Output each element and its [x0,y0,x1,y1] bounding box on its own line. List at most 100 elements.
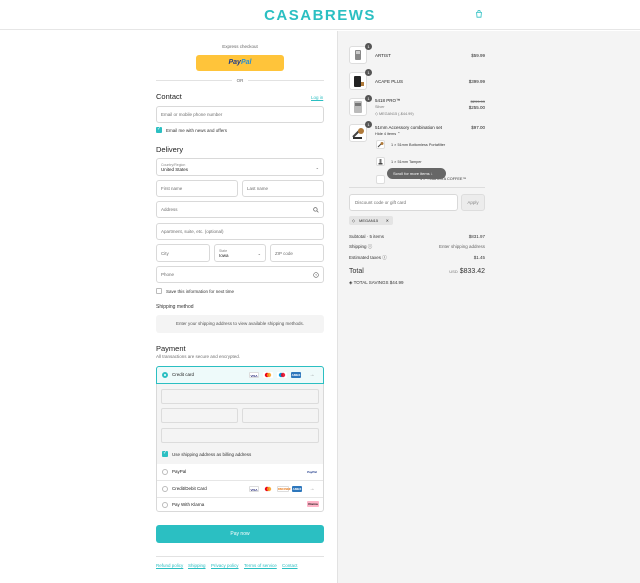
discover-icon: DISCOVER [277,486,291,492]
city-placeholder: City [161,250,169,256]
item-name: ACAFE PLUS [375,79,404,84]
debit-card-radio[interactable] [162,486,168,492]
item-original-price: $299.99 [470,99,485,104]
store-logo[interactable]: CASABREWS [0,7,640,24]
contact-heading: Contact [156,92,182,101]
paypal-express-button[interactable]: PayPal [196,55,284,71]
klarna-icon: Klarna [307,501,319,507]
total-row: Total USD $833.42 [349,268,485,275]
search-icon [313,207,319,213]
scroll-for-more-tooltip[interactable]: Scroll for more items ↓ [387,168,446,179]
item-discount-code: MEGAN15 (-$44.99) [378,112,414,116]
shipping-value: Enter shipping address [438,244,485,249]
shipping-method-heading: Shipping method [156,304,194,310]
help-icon[interactable]: ⓘ [381,255,387,260]
payment-option-debit-card[interactable]: Credit/Debit Card VISA DISCOVER AMEX → [157,481,323,498]
item-qty-badge: 1 [365,121,372,128]
last-name-field[interactable]: Last name [242,180,324,197]
phone-field[interactable]: Phone ? [156,266,324,283]
help-icon[interactable]: ⓘ [367,244,373,249]
item-thumbnail [349,46,367,64]
country-value: United States [161,166,189,172]
city-field[interactable]: City [156,244,210,262]
name-on-card-field[interactable] [161,428,319,443]
footer-link-refund[interactable]: Refund policy [156,563,183,568]
item-thumbnail [349,72,367,90]
hide-items-toggle[interactable]: Hide 4 items ⌃ [375,131,400,136]
savings-row: ◈ TOTAL SAVINGS $44.99 [349,280,485,286]
email-field[interactable]: Email or mobile phone number [156,106,324,123]
shopping-bag-icon[interactable] [475,10,483,18]
payment-option-credit-card[interactable]: Credit card VISA AMEX → [156,366,324,384]
currency-label: USD [449,269,458,274]
last-name-placeholder: Last name [247,186,269,191]
subitem-label: 1 × 51mm Tamper [391,160,422,164]
expiry-field[interactable] [161,408,238,423]
footer-link-terms[interactable]: Terms of service [244,563,277,568]
item-name: 51mm Accessory combination set [375,125,443,130]
visa-icon: VISA [249,486,259,492]
item-variant: Silver [375,105,385,109]
express-checkout-title: Express checkout [222,44,258,49]
country-select[interactable]: Country/Region United States ⌄ [156,158,324,176]
paypal-radio[interactable] [162,469,168,475]
payment-heading: Payment [156,344,186,353]
discount-code-field[interactable]: Discount code or gift card [349,194,458,211]
applied-code-label: MEGAN15 [359,218,379,223]
security-code-field[interactable] [242,408,319,423]
shipping-label: Shipping [349,244,367,249]
save-info-checkbox[interactable] [156,288,162,294]
paypal-logo-pal: Pal [240,59,252,66]
taxes-value: $1.45 [473,255,485,260]
address-field[interactable]: Address [156,201,324,218]
zip-placeholder: ZIP code [275,250,293,256]
hide-items-label: Hide 4 items [375,132,397,136]
chevron-down-icon: ⌄ [315,165,319,170]
item-discount: ◇ MEGAN15 (-$44.99) [375,111,414,116]
pay-now-button[interactable]: Pay now [156,525,324,543]
first-name-field[interactable]: First name [156,180,238,197]
first-name-placeholder: First name [161,186,183,191]
subtotal-value: $831.97 [468,234,485,239]
tag-icon: ◇ [352,218,356,223]
news-label: Email me with news and offers [166,128,227,133]
apartment-placeholder: Apartment, suite, etc. (optional) [161,229,224,234]
or-divider: OR [236,78,244,83]
save-info-label: Save this information for next time [166,289,235,294]
payment-option-klarna[interactable]: Pay With Klarna Klarna [157,498,323,512]
help-icon[interactable]: ? [313,272,319,278]
item-thumbnail [349,98,367,116]
subitem-thumbnail [376,175,385,184]
credit-card-label: Credit card [172,372,195,377]
subitem-thumbnail [376,140,385,149]
mastercard-icon [263,372,273,378]
header: CASABREWS [0,0,640,30]
more-cards-icon: → [309,372,315,378]
debit-card-label: Credit/Debit Card [172,486,207,491]
footer-link-shipping[interactable]: Shipping [188,563,206,568]
klarna-radio[interactable] [162,502,168,508]
apartment-field[interactable]: Apartment, suite, etc. (optional) [156,223,324,240]
billing-checkbox[interactable] [162,450,168,457]
card-number-field[interactable] [161,389,319,404]
mastercard-icon [263,486,273,492]
address-placeholder: Address [161,207,178,212]
login-link[interactable]: Log in [311,95,323,100]
item-qty-badge: 1 [365,69,372,76]
item-thumbnail [349,124,367,142]
item-price: $59.99 [471,53,485,58]
divider-right [248,80,324,81]
remove-icon[interactable]: ✕ [386,216,389,225]
footer-link-privacy[interactable]: Privacy policy [211,563,239,568]
credit-card-radio[interactable] [162,372,168,378]
payment-option-paypal[interactable]: PayPal PayPal [157,464,323,481]
apply-button[interactable]: Apply [461,194,485,211]
state-select[interactable]: State Iowa ⌄ [214,244,266,262]
zip-field[interactable]: ZIP code [270,244,324,262]
footer-link-contact[interactable]: Contact [282,563,298,568]
news-checkbox[interactable] [156,126,162,133]
paypal-label: PayPal [172,469,187,474]
item-price: $255.00 [468,105,485,110]
phone-placeholder: Phone [161,272,175,277]
savings-label: TOTAL SAVINGS [353,280,389,285]
